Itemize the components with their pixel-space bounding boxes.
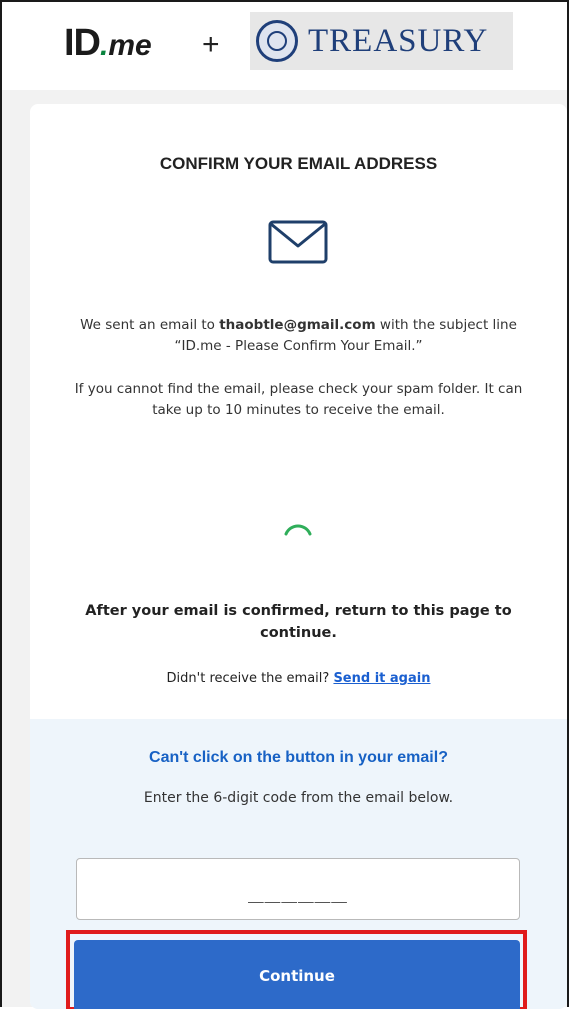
idme-logo: ID.me — [64, 22, 152, 64]
email-sent-message: We sent an email to thaobtle@gmail.com w… — [80, 317, 517, 354]
page-title: CONFIRM YOUR EMAIL ADDRESS — [159, 154, 438, 173]
envelope-icon — [268, 220, 328, 264]
spam-note: If you cannot find the email, please che… — [74, 381, 523, 418]
email-address: thaobtle@gmail.com — [219, 317, 376, 333]
code-instruction: Enter the 6-digit code from the email be… — [143, 790, 454, 806]
after-confirm-message: After your email is confirmed, return to… — [85, 603, 512, 641]
loading-spinner-icon — [284, 524, 312, 536]
verification-code-input[interactable] — [76, 858, 520, 920]
resend-line: Didn't receive the email? Send it again — [166, 671, 431, 686]
plus-sign: + — [202, 28, 220, 61]
confirm-email-card: CONFIRM YOUR EMAIL ADDRESS We sent an em… — [30, 104, 567, 1009]
treasury-seal-icon — [256, 20, 298, 62]
treasury-logo-text: TREASURY — [308, 22, 489, 59]
cant-click-heading: Can't click on the button in your email? — [149, 749, 448, 766]
continue-button[interactable]: Continue — [74, 940, 520, 1009]
send-again-link[interactable]: Send it again — [333, 671, 430, 686]
page-frame: ID.me + TREASURY CONFIRM YOUR EMAIL ADDR… — [0, 0, 569, 1009]
treasury-logo: TREASURY — [250, 12, 513, 70]
header: ID.me + TREASURY — [2, 2, 567, 90]
